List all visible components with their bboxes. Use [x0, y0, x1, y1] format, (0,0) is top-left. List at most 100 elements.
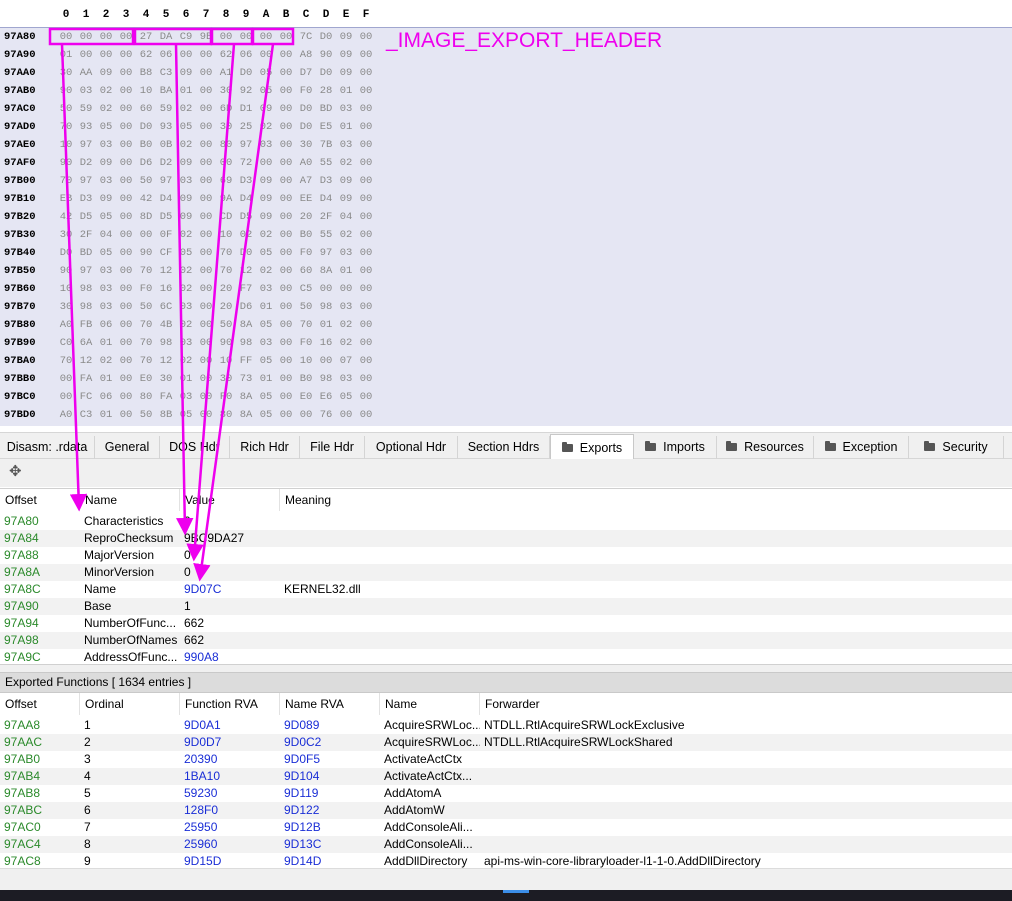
hex-byte[interactable]: 10: [216, 355, 236, 367]
hex-byte[interactable]: D5: [236, 211, 256, 223]
hex-byte[interactable]: 03: [176, 337, 196, 349]
hex-byte[interactable]: 00: [56, 31, 76, 43]
hex-byte[interactable]: 98: [316, 301, 336, 313]
hex-byte[interactable]: 80: [216, 139, 236, 151]
hex-byte[interactable]: DA: [156, 31, 176, 43]
hex-byte[interactable]: 09: [96, 157, 116, 169]
hex-byte[interactable]: 02: [256, 121, 276, 133]
hex-byte[interactable]: 50: [216, 319, 236, 331]
hex-byte[interactable]: 97: [76, 265, 96, 277]
hex-byte[interactable]: 00: [196, 301, 216, 313]
hex-byte[interactable]: 90: [56, 85, 76, 97]
hex-byte[interactable]: 00: [276, 31, 296, 43]
hex-byte[interactable]: C9: [176, 31, 196, 43]
hex-byte[interactable]: 00: [276, 139, 296, 151]
hex-byte[interactable]: 70: [296, 319, 316, 331]
hex-byte[interactable]: 05: [176, 121, 196, 133]
hex-byte[interactable]: 05: [256, 247, 276, 259]
hex-byte[interactable]: 05: [96, 121, 116, 133]
hex-byte[interactable]: 05: [256, 355, 276, 367]
hex-byte[interactable]: D0: [136, 121, 156, 133]
hex-byte[interactable]: 00: [256, 157, 276, 169]
hex-byte[interactable]: D0: [56, 247, 76, 259]
table-row[interactable]: 97A84 ReproChecksum 9BC9DA27: [0, 530, 1012, 547]
column-forwarder[interactable]: Forwarder: [480, 693, 1012, 715]
hex-byte[interactable]: D1: [236, 103, 256, 115]
table-row[interactable]: 97A98 NumberOfNames 662: [0, 632, 1012, 649]
hex-byte[interactable]: 70: [216, 265, 236, 277]
hex-byte[interactable]: 00: [276, 373, 296, 385]
hex-byte[interactable]: 00: [316, 283, 336, 295]
hex-byte[interactable]: 00: [356, 319, 376, 331]
hex-byte[interactable]: 09: [256, 211, 276, 223]
hex-byte[interactable]: 8D: [136, 211, 156, 223]
hex-byte[interactable]: 00: [56, 373, 76, 385]
hex-byte[interactable]: 00: [356, 67, 376, 79]
hex-byte[interactable]: 03: [336, 247, 356, 259]
hex-byte[interactable]: 00: [276, 121, 296, 133]
table-row[interactable]: 97A88 MajorVersion 0: [0, 547, 1012, 564]
hex-byte[interactable]: 60: [136, 103, 156, 115]
hex-byte[interactable]: 02: [336, 319, 356, 331]
table-row[interactable]: 97A8A MinorVersion 0: [0, 564, 1012, 581]
hex-byte[interactable]: 09: [256, 175, 276, 187]
column-value[interactable]: Value: [180, 489, 280, 511]
hex-byte[interactable]: 00: [116, 175, 136, 187]
hex-byte[interactable]: 55: [316, 229, 336, 241]
hex-byte[interactable]: 00: [116, 355, 136, 367]
hex-byte[interactable]: 12: [236, 265, 256, 277]
move-icon[interactable]: ✥: [9, 462, 22, 480]
column-meaning[interactable]: Meaning: [280, 489, 1012, 511]
hex-byte[interactable]: 00: [356, 175, 376, 187]
hex-byte[interactable]: 03: [256, 283, 276, 295]
hex-byte[interactable]: 00: [196, 391, 216, 403]
hex-byte[interactable]: 59: [156, 103, 176, 115]
column-ordinal[interactable]: Ordinal: [80, 693, 180, 715]
hex-byte[interactable]: 00: [276, 211, 296, 223]
hex-byte[interactable]: 73: [236, 373, 256, 385]
hex-byte[interactable]: 00: [196, 355, 216, 367]
table-row[interactable]: 97A90 Base 1: [0, 598, 1012, 615]
hex-byte[interactable]: 03: [96, 283, 116, 295]
hex-byte[interactable]: 00: [276, 265, 296, 277]
column-offset[interactable]: Offset: [0, 489, 80, 511]
hex-byte[interactable]: 01: [336, 85, 356, 97]
hex-byte[interactable]: C3: [76, 409, 96, 421]
hex-byte[interactable]: D5: [76, 211, 96, 223]
hex-byte[interactable]: 70: [136, 337, 156, 349]
hex-byte[interactable]: 01: [176, 373, 196, 385]
hex-byte[interactable]: 6A: [76, 337, 96, 349]
tab-disasm-rdata[interactable]: Disasm: .rdata: [0, 436, 95, 460]
hex-byte[interactable]: 09: [256, 193, 276, 205]
hex-byte[interactable]: E6: [316, 391, 336, 403]
hex-byte[interactable]: 00: [336, 409, 356, 421]
hex-byte[interactable]: 02: [96, 355, 116, 367]
hex-byte[interactable]: 00: [96, 31, 116, 43]
hex-byte[interactable]: 25: [236, 121, 256, 133]
hex-byte[interactable]: 09: [96, 193, 116, 205]
hex-byte[interactable]: 8A: [236, 409, 256, 421]
hex-byte[interactable]: D4: [316, 193, 336, 205]
hex-byte[interactable]: A0: [56, 319, 76, 331]
hex-byte[interactable]: 97: [316, 247, 336, 259]
hex-byte[interactable]: 00: [56, 391, 76, 403]
hex-byte[interactable]: 00: [356, 247, 376, 259]
hex-byte[interactable]: 02: [176, 265, 196, 277]
hex-byte[interactable]: 30: [216, 373, 236, 385]
hex-byte[interactable]: 09: [96, 67, 116, 79]
hex-byte[interactable]: 00: [196, 247, 216, 259]
hex-byte[interactable]: 09: [256, 103, 276, 115]
hex-byte[interactable]: 00: [196, 121, 216, 133]
hex-byte[interactable]: 62: [136, 49, 156, 61]
hex-byte[interactable]: 03: [256, 139, 276, 151]
hex-byte[interactable]: 00: [116, 247, 136, 259]
hex-byte[interactable]: 03: [336, 103, 356, 115]
hex-byte[interactable]: 00: [196, 175, 216, 187]
hex-byte[interactable]: 03: [96, 139, 116, 151]
hex-byte[interactable]: 12: [76, 355, 96, 367]
hex-byte[interactable]: 00: [116, 139, 136, 151]
hex-byte[interactable]: F0: [136, 283, 156, 295]
hex-byte[interactable]: 10: [56, 139, 76, 151]
hex-byte[interactable]: 8A: [316, 265, 336, 277]
hex-byte[interactable]: 09: [176, 157, 196, 169]
